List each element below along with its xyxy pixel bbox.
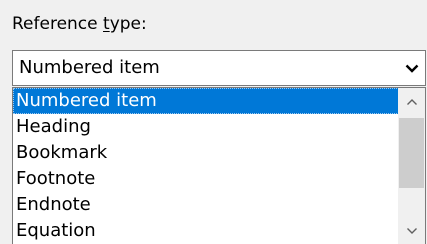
list-item-endnote[interactable]: Endnote — [13, 192, 399, 218]
list-item-heading[interactable]: Heading — [13, 114, 399, 140]
reference-type-dropdown[interactable]: Numbered item — [12, 50, 426, 86]
reference-type-list[interactable]: Numbered item Heading Bookmark Footnote … — [12, 87, 426, 244]
list-item-equation[interactable]: Equation — [13, 218, 399, 244]
scroll-up-button[interactable] — [398, 88, 425, 115]
list-item-numbered-item[interactable]: Numbered item — [13, 88, 399, 114]
reference-type-label: Reference type: — [12, 14, 147, 34]
access-key-letter: t — [103, 14, 110, 34]
list-item-bookmark[interactable]: Bookmark — [13, 140, 399, 166]
vertical-scrollbar[interactable] — [398, 88, 425, 244]
chevron-down-icon — [405, 64, 418, 73]
dropdown-selected-value: Numbered item — [19, 57, 160, 78]
dropdown-arrow-button[interactable] — [398, 51, 425, 85]
chevron-up-icon — [406, 98, 417, 105]
scroll-thumb[interactable] — [399, 118, 424, 188]
chevron-down-icon — [406, 227, 417, 234]
scroll-down-button[interactable] — [398, 217, 425, 244]
list-item-footnote[interactable]: Footnote — [13, 166, 399, 192]
